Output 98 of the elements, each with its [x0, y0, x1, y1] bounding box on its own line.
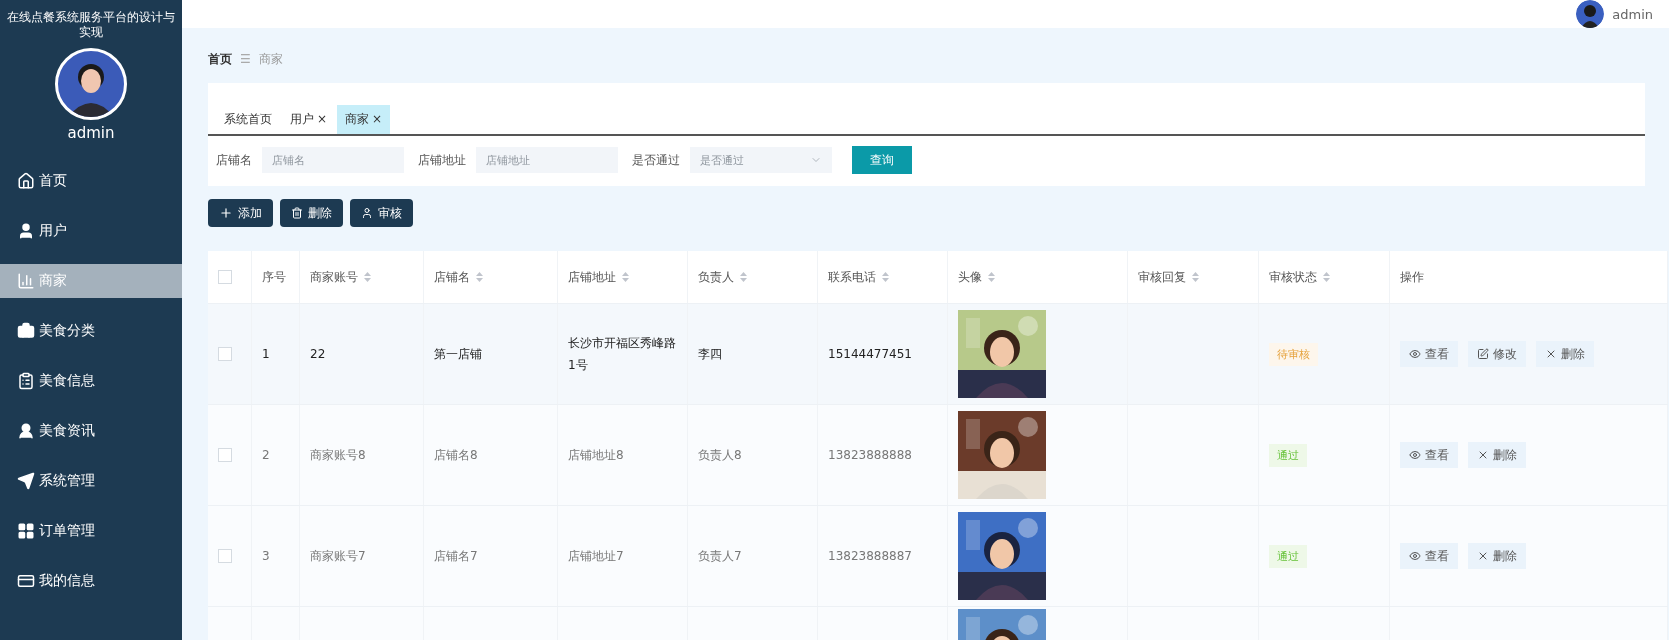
- tab[interactable]: 商家 ×: [337, 105, 391, 134]
- eye-icon: [1409, 550, 1421, 562]
- column-header: 操作: [1400, 268, 1424, 286]
- select-field[interactable]: 是否通过: [690, 147, 832, 173]
- person-icon: [17, 422, 35, 440]
- close-icon[interactable]: ×: [317, 112, 328, 126]
- card-icon: [17, 572, 35, 590]
- table-cell-text: 22: [310, 346, 326, 363]
- briefcase-icon: [17, 322, 35, 340]
- table-cell-text: 第一店铺: [434, 346, 482, 363]
- table-cell-text: 15144477451: [828, 346, 912, 363]
- table-cell-text: 13823888887: [828, 548, 912, 565]
- breadcrumb-link[interactable]: 首页: [208, 50, 232, 68]
- add-button[interactable]: 添加: [208, 199, 273, 227]
- view-button[interactable]: 查看: [1400, 341, 1458, 367]
- delete-button[interactable]: 删除: [1468, 543, 1526, 569]
- app-title: 在线点餐系统服务平台的设计与实现: [6, 9, 176, 40]
- menu-item[interactable]: 系统管理: [0, 464, 182, 498]
- edit-button[interactable]: 修改: [1468, 341, 1526, 367]
- close-icon[interactable]: ×: [372, 112, 383, 126]
- filter-label: 是否通过: [632, 151, 680, 169]
- filter-label: 店铺名: [216, 151, 252, 169]
- plus-icon: [219, 206, 233, 220]
- column-header: 负责人: [698, 268, 734, 286]
- table-cell-text: 负责人8: [698, 447, 742, 464]
- trash-icon: [291, 207, 303, 219]
- menu-item[interactable]: 我的信息: [0, 564, 182, 598]
- table-cell-text: 3: [262, 548, 270, 565]
- column-header: 店铺地址: [568, 268, 616, 286]
- input-field[interactable]: 店铺地址: [476, 147, 618, 173]
- user-icon: [17, 222, 35, 240]
- column-header: 店铺名: [434, 268, 470, 286]
- checkbox[interactable]: [218, 347, 232, 361]
- checkbox[interactable]: [218, 270, 232, 284]
- sort-icon[interactable]: [882, 272, 889, 282]
- close-icon: [1477, 550, 1489, 562]
- user-icon: [361, 207, 373, 219]
- column-header: 审核回复: [1138, 268, 1186, 286]
- view-button[interactable]: 查看: [1400, 442, 1458, 468]
- sidebar-username: admin: [66, 124, 116, 142]
- table-cell-text: 商家账号8: [310, 447, 366, 464]
- table-cell-text: 负责人7: [698, 548, 742, 565]
- menu-item[interactable]: 美食信息: [0, 364, 182, 398]
- table-cell-text: 店铺名8: [434, 447, 478, 464]
- table-cell-text: 13823888888: [828, 447, 912, 464]
- checkbox[interactable]: [218, 448, 232, 462]
- table-cell-text: 1: [262, 346, 270, 363]
- menu-item[interactable]: 美食分类: [0, 314, 182, 348]
- table-cell-text: 店铺地址7: [568, 548, 624, 565]
- sort-icon[interactable]: [364, 272, 371, 282]
- eye-icon: [1409, 449, 1421, 461]
- breadcrumb-current: 商家: [258, 50, 283, 68]
- menu-item[interactable]: 首页: [0, 164, 182, 198]
- table-cell-text: 2: [262, 447, 270, 464]
- sort-icon[interactable]: [740, 272, 747, 282]
- column-header: 序号: [262, 268, 286, 286]
- table-cell-text: 店铺名7: [434, 548, 478, 565]
- sort-icon[interactable]: [988, 272, 995, 282]
- status-tag: 通过: [1269, 443, 1307, 467]
- delete-button[interactable]: 删除: [280, 199, 343, 227]
- sort-icon[interactable]: [476, 272, 483, 282]
- status-tag: 待审核: [1269, 342, 1318, 366]
- column-header: 审核状态: [1269, 268, 1317, 286]
- menu-item[interactable]: 用户: [0, 214, 182, 248]
- bar-chart-icon: [17, 272, 35, 290]
- view-button[interactable]: 查看: [1400, 543, 1458, 569]
- delete-button[interactable]: 删除: [1536, 341, 1594, 367]
- eye-icon: [1409, 348, 1421, 360]
- delete-button[interactable]: 删除: [1468, 442, 1526, 468]
- filter-label: 店铺地址: [418, 151, 466, 169]
- grid-icon: [17, 522, 35, 540]
- table-cell-text: 商家账号7: [310, 548, 366, 565]
- column-header: 联系电话: [828, 268, 876, 286]
- status-tag: 通过: [1269, 544, 1307, 568]
- tab[interactable]: 系统首页: [216, 105, 280, 134]
- close-icon: [1477, 449, 1489, 461]
- column-header: 商家账号: [310, 268, 358, 286]
- sort-icon[interactable]: [622, 272, 629, 282]
- tab[interactable]: 用户 ×: [282, 105, 336, 134]
- table-cell-text: 店铺地址8: [568, 447, 624, 464]
- table-cell-text: 长沙市开福区秀峰路1号: [568, 335, 677, 374]
- input-field[interactable]: 店铺名: [262, 147, 404, 173]
- close-icon: [1545, 348, 1557, 360]
- paper-plane-icon: [17, 472, 35, 490]
- header-username: admin: [1612, 6, 1653, 22]
- table-cell-text: 李四: [698, 346, 722, 363]
- edit-icon: [1477, 348, 1489, 360]
- menu-item[interactable]: 美食资讯: [0, 414, 182, 448]
- checkbox[interactable]: [218, 549, 232, 563]
- house-icon: [17, 172, 35, 190]
- sort-icon[interactable]: [1323, 272, 1330, 282]
- menu-item[interactable]: 订单管理: [0, 514, 182, 548]
- user-avatar[interactable]: [1576, 0, 1605, 28]
- column-header: 头像: [958, 268, 982, 286]
- sort-icon[interactable]: [1192, 272, 1199, 282]
- breadcrumb-separator: ☰: [240, 52, 251, 66]
- clipboard-icon: [17, 372, 35, 390]
- audit-button[interactable]: 审核: [350, 199, 413, 227]
